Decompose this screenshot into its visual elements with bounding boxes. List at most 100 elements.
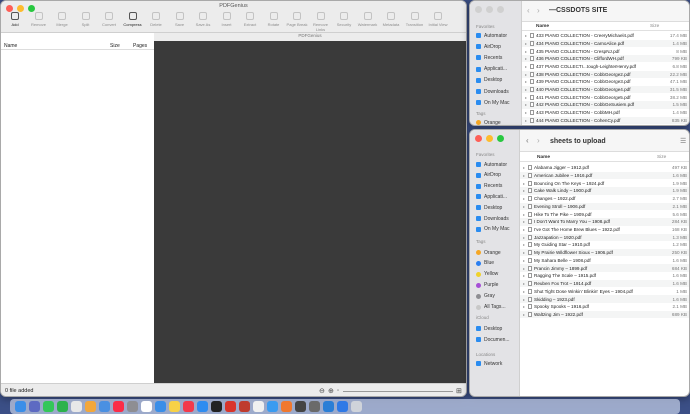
- sidebar-item-automator[interactable]: Automator: [476, 31, 520, 40]
- transition-button[interactable]: Transition: [403, 12, 427, 27]
- sublime-icon[interactable]: [295, 401, 306, 412]
- file-row[interactable]: ▸ Evening Stroll – 1906.pdf 2.1 MB: [520, 202, 689, 211]
- file-row[interactable]: ▸ Cake Walk Lindy – 1900.pdf 1.9 MB: [520, 187, 689, 195]
- sidebar-item-network[interactable]: Network: [476, 359, 520, 368]
- column-pages[interactable]: Pages: [133, 43, 147, 49]
- finder-icon[interactable]: [15, 401, 26, 412]
- metadata-button[interactable]: Metadata: [379, 12, 403, 27]
- filezilla-icon[interactable]: [239, 401, 250, 412]
- file-row[interactable]: ▸ 438 PIANO COLLECTION - CobbGeorge2.pdf 2…: [522, 70, 689, 78]
- security-button[interactable]: Security: [332, 12, 356, 27]
- forward-icon[interactable]: ›: [537, 136, 540, 145]
- preview-icon[interactable]: [99, 401, 110, 412]
- minimize-button[interactable]: [486, 135, 493, 142]
- sidebar-item-downloads[interactable]: Downloads: [476, 87, 520, 96]
- file-row[interactable]: ▸ I Don't Want To Marry You – 1908.pdf 284…: [520, 218, 689, 226]
- sidebar-item-airdrop[interactable]: AirDrop: [476, 171, 520, 180]
- column-name[interactable]: Name: [536, 24, 549, 29]
- messages-icon[interactable]: [43, 401, 54, 412]
- file-row[interactable]: ▸ My Guiding Star – 1910.pdf 1.2 MB: [520, 241, 689, 248]
- convert-button[interactable]: Convert: [97, 12, 121, 27]
- dropbox-icon[interactable]: [337, 401, 348, 412]
- watermark-button[interactable]: Watermark: [356, 12, 380, 27]
- extract-button[interactable]: Extract: [238, 12, 262, 27]
- merge-button[interactable]: Merge: [50, 12, 74, 27]
- add-button[interactable]: Add: [3, 12, 27, 27]
- textedit-icon[interactable]: [253, 401, 264, 412]
- initial-view-button[interactable]: Initial View: [426, 12, 450, 27]
- file-row[interactable]: ▸ 439 PIANO COLLECTION - CobbGeorge3.pdf 4…: [522, 78, 689, 85]
- file-row[interactable]: ▸ Hike To The Pike – 1909.pdf 5.6 MB: [520, 210, 689, 217]
- tag-orange[interactable]: Orange: [476, 118, 520, 125]
- file-row[interactable]: ▸ Changes – 1922.pdf 2.7 MB: [520, 195, 689, 202]
- thumbnail-small-icon[interactable]: ▫: [337, 388, 339, 394]
- column-size[interactable]: Size: [650, 24, 659, 29]
- save-button[interactable]: Save: [168, 12, 192, 27]
- mamp-icon[interactable]: [309, 401, 320, 412]
- sidebar-item-airdrop[interactable]: AirDrop: [476, 42, 520, 51]
- file-row[interactable]: ▸ 444 PIANO COLLECTION - CohenCy.pdf 835 K…: [522, 116, 689, 125]
- tag-blue[interactable]: Blue: [476, 259, 520, 268]
- file-row[interactable]: ▸ Jazzapation – 1920.pdf 1.3 MB: [520, 233, 689, 241]
- sidebar-item-desktop[interactable]: Desktop: [476, 324, 520, 333]
- sidebar-item-recents[interactable]: Recents: [476, 53, 520, 62]
- news-icon[interactable]: [183, 401, 194, 412]
- tag-orange[interactable]: Orange: [476, 248, 520, 257]
- zoom-in-icon[interactable]: ⊕: [328, 387, 334, 395]
- page-break-button[interactable]: Page Break: [285, 12, 309, 27]
- appstore-icon[interactable]: [197, 401, 208, 412]
- file-row[interactable]: ▸ 436 PIANO COLLECTION - CliffordWH.pdf 79…: [522, 55, 689, 63]
- file-row[interactable]: ▸ 437 PIANO COLLECTI...tough-LeighterHenr…: [522, 63, 689, 70]
- file-row[interactable]: ▸ 434 PIANO COLLECTION - CarnoAlice.pdf 1.…: [522, 39, 689, 48]
- pdfgenius-icon[interactable]: [225, 401, 236, 412]
- document-preview[interactable]: [154, 41, 466, 383]
- firefox-icon[interactable]: [281, 401, 292, 412]
- zoom-out-icon[interactable]: ⊖: [319, 387, 325, 395]
- file-row[interactable]: ▸ My Sahara Belle – 1908.pdf 1.6 MB: [520, 257, 689, 264]
- photos-icon[interactable]: [85, 401, 96, 412]
- settings-icon[interactable]: [127, 401, 138, 412]
- file-row[interactable]: ▸ Prancin Jimmy – 1899.pdf 684 KB: [520, 264, 689, 272]
- column-name[interactable]: Name: [537, 155, 550, 160]
- file-row[interactable]: ▸ 433 PIANO COLLECTION - CreeryMichael4.p…: [522, 32, 689, 39]
- rotate-button[interactable]: Rotate: [262, 12, 286, 27]
- file-row[interactable]: ▸ Skidding – 1923.pdf 1.6 MB: [520, 295, 689, 303]
- trash-icon[interactable]: [351, 401, 362, 412]
- sidebar-item-on-my-mac[interactable]: On My Mac: [476, 98, 520, 107]
- sidebar-item-recents[interactable]: Recents: [476, 182, 520, 191]
- close-button[interactable]: [475, 135, 482, 142]
- terminal-icon[interactable]: [211, 401, 222, 412]
- sidebar-item-on-my-mac[interactable]: On My Mac: [476, 225, 520, 234]
- file-row[interactable]: ▸ Alabama Jigger – 1912.pdf 497 KB: [520, 164, 689, 171]
- insert-button[interactable]: Insert: [215, 12, 239, 27]
- forward-icon[interactable]: ›: [537, 6, 540, 15]
- save-as-button[interactable]: Save As: [191, 12, 215, 27]
- vscode-icon[interactable]: [323, 401, 334, 412]
- tag-purple[interactable]: Purple: [476, 281, 520, 290]
- file-row[interactable]: ▸ 442 PIANO COLLECTION - CobbGeSusiem.pdf…: [522, 101, 689, 109]
- tag-yellow[interactable]: Yellow: [476, 270, 520, 279]
- chrome-icon[interactable]: [71, 401, 82, 412]
- file-row[interactable]: ▸ Ragging The Scale – 1915.pdf 1.6 MB: [520, 272, 689, 279]
- remove-button[interactable]: Remove: [27, 12, 51, 27]
- file-row[interactable]: ▸ Spooky Spooks – 1916.pdf 2.1 MB: [520, 303, 689, 310]
- list-view-icon[interactable]: ☰: [680, 137, 686, 145]
- remove-links-button[interactable]: Remove Links: [309, 12, 333, 32]
- compress-button[interactable]: Compress: [121, 12, 145, 27]
- thumbnail-large-icon[interactable]: ⊞: [456, 387, 462, 395]
- file-row[interactable]: ▸ Shut Tight Dose Winkin' Blinkin' Eyes –…: [520, 288, 689, 295]
- file-row[interactable]: ▸ 443 PIANO COLLECTION - CobbMH.pdf 1.4 MB: [522, 109, 689, 116]
- sidebar-item-applicati[interactable]: Applicati...: [476, 192, 520, 201]
- close-button[interactable]: [475, 6, 482, 13]
- mail-icon[interactable]: [155, 401, 166, 412]
- sidebar-item-applicati[interactable]: Applicati...: [476, 65, 520, 74]
- music-icon[interactable]: [113, 401, 124, 412]
- back-icon[interactable]: ‹: [526, 136, 529, 145]
- column-size[interactable]: Size: [657, 155, 666, 160]
- sidebar-item-automator[interactable]: Automator: [476, 160, 520, 169]
- notes-icon[interactable]: [169, 401, 180, 412]
- minimize-button[interactable]: [486, 6, 493, 13]
- column-size[interactable]: Size: [110, 43, 120, 49]
- safari-icon[interactable]: [267, 401, 278, 412]
- sidebar-item-desktop[interactable]: Desktop: [476, 76, 520, 85]
